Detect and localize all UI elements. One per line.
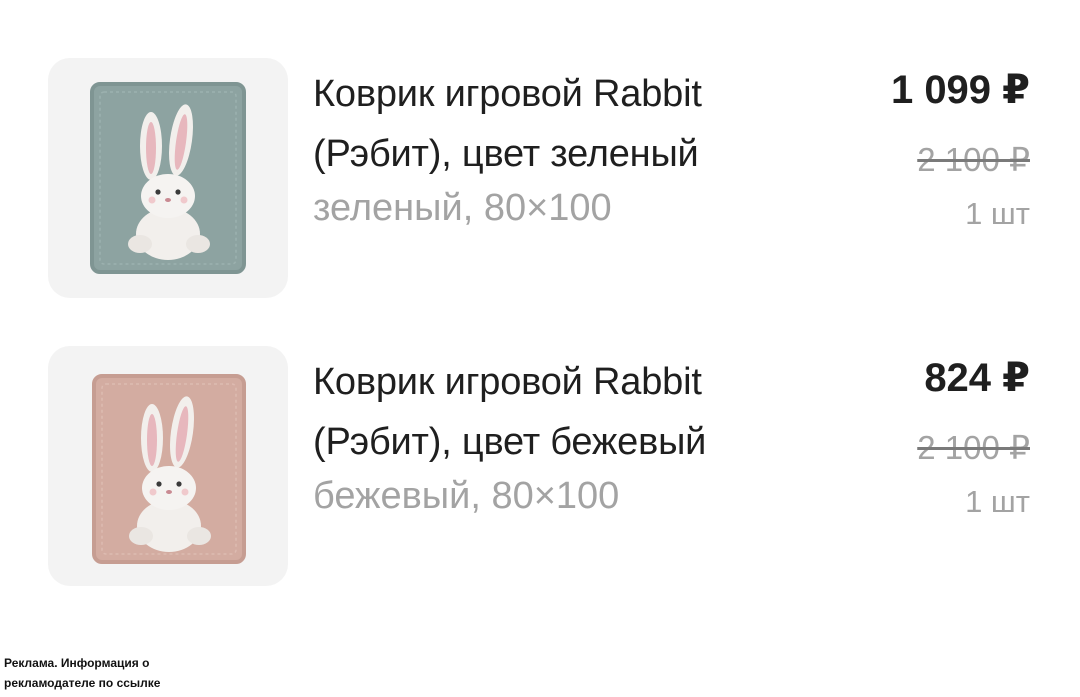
ad-disclaimer-line2: рекламодателе по ссылке [4,676,161,690]
rabbit-play-mat-green-icon [90,82,246,274]
cart-item[interactable]: Коврик игровой Rabbit (Рэбит), цвет беже… [0,346,1080,586]
product-variant: бежевый, 80×100 [313,475,620,517]
product-price: 824 ₽ [924,356,1030,400]
ad-disclaimer[interactable]: Реклама. Информация о рекламодателе по с… [4,653,184,693]
product-quantity: 1 шт [965,196,1030,231]
product-title-line2: (Рэбит), цвет бежевый [313,421,707,463]
product-quantity: 1 шт [965,484,1030,519]
product-title-line2: (Рэбит), цвет зеленый [313,133,699,175]
product-title-line1: Коврик игровой Rabbit [313,73,702,115]
product-title[interactable]: Коврик игровой Rabbit (Рэбит), цвет зеле… [313,64,833,184]
product-title-line1: Коврик игровой Rabbit [313,361,702,403]
product-old-price: 2 100 ₽ [917,429,1030,466]
cart-item[interactable]: Коврик игровой Rabbit (Рэбит), цвет зеле… [0,58,1080,298]
product-price: 1 099 ₽ [890,68,1030,112]
product-variant: зеленый, 80×100 [313,187,612,229]
product-title[interactable]: Коврик игровой Rabbit (Рэбит), цвет беже… [313,352,833,472]
product-image[interactable] [48,58,288,298]
product-old-price: 2 100 ₽ [917,141,1030,178]
product-image[interactable] [48,346,288,586]
rabbit-play-mat-beige-icon [92,374,246,564]
ad-disclaimer-line1: Реклама. Информация о [4,656,150,670]
